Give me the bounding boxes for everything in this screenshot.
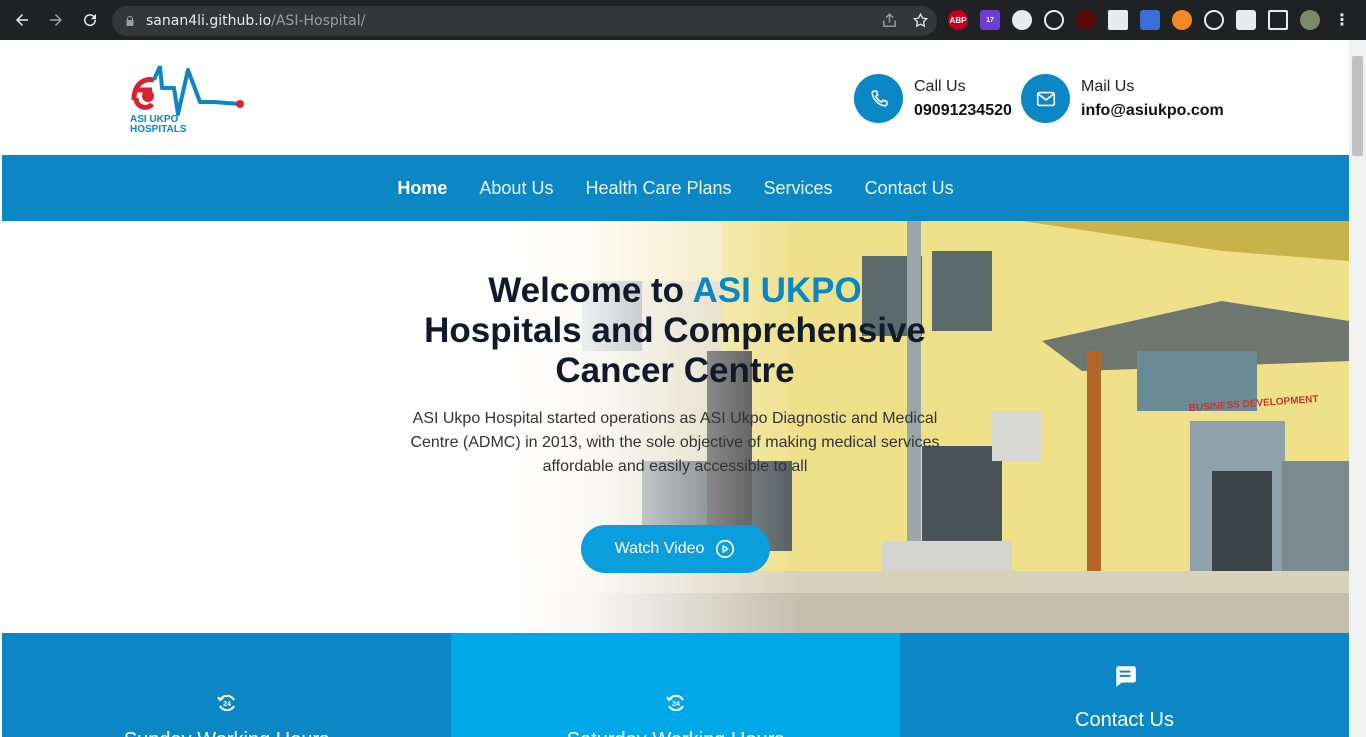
nav-contact-us[interactable]: Contact Us [865,178,954,199]
react-extension-icon[interactable] [1044,10,1064,30]
email-address[interactable]: info@asiukpo.com [1081,99,1224,123]
svg-text:24: 24 [223,701,231,708]
url-path: /ASI-Hospital/ [271,13,366,29]
watch-video-label: Watch Video [614,540,705,557]
page-scrollbar[interactable] [1349,40,1366,737]
lock-icon [126,16,134,26]
browser-toolbar: sanan4li.github.io/ASI-Hospital/ ABP 17 … [0,0,1366,40]
mail-icon [1021,74,1070,123]
puzzle-extension-icon[interactable] [1140,10,1160,30]
hero-section: BUSINESS DEVELOPMENT Welcome to ASI UKPO… [2,221,1349,633]
hero-content: Welcome to ASI UKPO Hospitals and Compreh… [405,271,945,479]
24-hours-icon: 24 [665,694,684,712]
svg-text:24: 24 [672,701,680,708]
nav-services[interactable]: Services [764,178,833,199]
hero-title-prefix: Welcome to [488,271,693,310]
hero-title-rest: Hospitals and Comprehensive Cancer Centr… [424,311,926,390]
info-cards: 24 Sunday Working Hours 24 Saturday Work… [2,633,1349,737]
site-header: ASI UKPO HOSPITALS Call Us 09091234520 M… [2,40,1349,155]
sunday-hours-title: Sunday Working Hours [2,729,451,737]
webpage: ASI UKPO HOSPITALS Call Us 09091234520 M… [2,40,1349,737]
rss-extension-icon[interactable] [1172,10,1192,30]
reload-icon[interactable] [78,8,102,32]
calendar-extension-icon[interactable]: 17 [980,10,1000,30]
scrollbar-thumb[interactable] [1352,56,1363,156]
watch-video-button[interactable]: Watch Video [581,525,770,573]
contact-us-card[interactable]: Contact Us [900,633,1349,737]
phone-number[interactable]: 09091234520 [914,99,1012,123]
saturday-hours-title: Saturday Working Hours [451,729,900,737]
nav-about-us[interactable]: About Us [479,178,553,199]
record-extension-icon[interactable] [1076,10,1096,30]
side-panel-icon[interactable] [1268,10,1288,30]
document-extension-icon[interactable] [1108,10,1128,30]
sunday-hours-card: 24 Sunday Working Hours [2,633,451,737]
share-icon[interactable] [881,12,898,29]
mail-us-block[interactable]: Mail Us info@asiukpo.com [1021,74,1224,123]
mail-us-label: Mail Us [1081,77,1135,95]
back-icon[interactable] [10,8,34,32]
address-bar[interactable]: sanan4li.github.io/ASI-Hospital/ [112,6,937,36]
call-us-block[interactable]: Call Us 09091234520 [854,74,1012,123]
hospital-logo[interactable]: ASI UKPO HOSPITALS [126,60,246,135]
play-circle-icon [716,539,735,559]
hero-description: ASI Ukpo Hospital started operations as … [410,410,940,475]
saturday-hours-card: 24 Saturday Working Hours [451,633,900,737]
chrome-menu-icon[interactable]: ⋮ [1332,10,1352,30]
star-icon[interactable] [912,12,929,29]
url-host: sanan4li.github.io [146,13,272,29]
24-hours-icon: 24 [216,694,235,712]
svg-text:HOSPITALS: HOSPITALS [130,124,187,135]
chat-icon [1115,666,1136,687]
globe-extension-icon[interactable] [1204,10,1224,30]
contact-us-title: Contact Us [1075,709,1174,731]
forward-icon[interactable] [44,8,68,32]
call-us-label: Call Us [914,77,966,95]
profile-avatar[interactable] [1300,10,1320,30]
main-navigation: Home About Us Health Care Plans Services… [2,155,1349,221]
adblock-extension-icon[interactable]: ABP [948,10,968,30]
devtools-extension-icon[interactable] [1012,10,1032,30]
hero-title-brand: ASI UKPO [692,271,862,310]
hero-title: Welcome to ASI UKPO Hospitals and Compreh… [405,271,945,391]
extensions-menu-icon[interactable] [1236,10,1256,30]
nav-health-care-plans[interactable]: Health Care Plans [585,178,731,199]
nav-home[interactable]: Home [397,178,447,199]
phone-icon [854,74,903,123]
